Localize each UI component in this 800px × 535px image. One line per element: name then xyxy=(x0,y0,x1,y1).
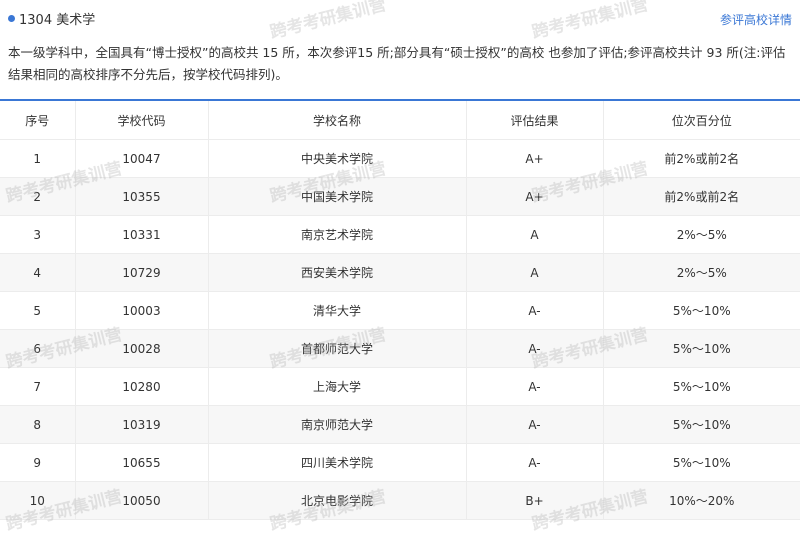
rank-cell: 5 xyxy=(0,291,76,330)
rank-cell: 4 xyxy=(0,253,76,292)
grade-cell: A+ xyxy=(466,139,604,178)
school-name-cell: 首都师范大学 xyxy=(208,329,467,368)
percentile-cell: 2%～5% xyxy=(603,253,800,292)
rank-cell: 10 xyxy=(0,481,76,520)
grade-cell: A- xyxy=(466,443,604,482)
ranking-table-container: 序号 学校代码 学校名称 评估结果 位次百分位 1 10047 中央美术学院 A+ 前2… xyxy=(0,99,800,520)
school-code-cell: 10655 xyxy=(75,443,209,482)
table-row: 2 10355 中国美术学院 A+ 前2%或前2名 xyxy=(0,177,800,216)
school-name-cell: 北京电影学院 xyxy=(208,481,467,520)
table-row: 8 10319 南京师范大学 A- 5%～10% xyxy=(0,405,800,444)
school-name-cell: 四川美术学院 xyxy=(208,443,467,482)
grade-cell: A- xyxy=(466,405,604,444)
rank-cell: 8 xyxy=(0,405,76,444)
grade-cell: B+ xyxy=(466,481,604,520)
school-code-cell: 10280 xyxy=(75,367,209,406)
school-name-cell: 南京艺术学院 xyxy=(208,215,467,254)
column-header: 学校代码 xyxy=(75,101,209,140)
grade-cell: A- xyxy=(466,367,604,406)
grade-cell: A- xyxy=(466,291,604,330)
school-code-cell: 10729 xyxy=(75,253,209,292)
subject-title: 1304 美术学 xyxy=(19,13,96,28)
rank-cell: 2 xyxy=(0,177,76,216)
percentile-cell: 5%～10% xyxy=(603,367,800,406)
table-row: 5 10003 清华大学 A- 5%～10% xyxy=(0,291,800,330)
table-row: 9 10655 四川美术学院 A- 5%～10% xyxy=(0,443,800,482)
column-header: 学校名称 xyxy=(208,101,467,140)
bullet-dot-icon xyxy=(8,15,15,22)
school-code-cell: 10331 xyxy=(75,215,209,254)
description-text: 本一级学科中，全国具有“博士授权”的高校共 15 所，本次参评15 所;部分具有… xyxy=(8,45,786,82)
school-name-cell: 南京师范大学 xyxy=(208,405,467,444)
table-row: 10 10050 北京电影学院 B+ 10%～20% xyxy=(0,481,800,520)
table-row: 3 10331 南京艺术学院 A 2%～5% xyxy=(0,215,800,254)
section-header: 1304 美术学 参评高校详情 xyxy=(0,0,800,36)
percentile-cell: 前2%或前2名 xyxy=(603,177,800,216)
grade-cell: A xyxy=(466,253,604,292)
school-name-cell: 中国美术学院 xyxy=(208,177,467,216)
rank-cell: 9 xyxy=(0,443,76,482)
percentile-cell: 5%～10% xyxy=(603,405,800,444)
percentile-cell: 10%～20% xyxy=(603,481,800,520)
ranking-table: 序号 学校代码 学校名称 评估结果 位次百分位 1 10047 中央美术学院 A+ 前2… xyxy=(0,101,800,520)
percentile-cell: 前2%或前2名 xyxy=(603,139,800,178)
grade-cell: A- xyxy=(466,329,604,368)
grade-cell: A+ xyxy=(466,177,604,216)
table-row: 1 10047 中央美术学院 A+ 前2%或前2名 xyxy=(0,139,800,178)
rank-cell: 1 xyxy=(0,139,76,178)
column-header: 位次百分位 xyxy=(603,101,800,140)
rank-cell: 3 xyxy=(0,215,76,254)
table-header-row: 序号 学校代码 学校名称 评估结果 位次百分位 xyxy=(0,101,800,140)
table-row: 4 10729 西安美术学院 A 2%～5% xyxy=(0,253,800,292)
detail-link[interactable]: 参评高校详情 xyxy=(720,11,792,28)
school-name-cell: 清华大学 xyxy=(208,291,467,330)
school-code-cell: 10047 xyxy=(75,139,209,178)
percentile-cell: 5%～10% xyxy=(603,443,800,482)
grade-cell: A xyxy=(466,215,604,254)
school-code-cell: 10028 xyxy=(75,329,209,368)
school-code-cell: 10319 xyxy=(75,405,209,444)
percentile-cell: 5%～10% xyxy=(603,329,800,368)
school-code-cell: 10355 xyxy=(75,177,209,216)
rank-cell: 6 xyxy=(0,329,76,368)
rank-cell: 7 xyxy=(0,367,76,406)
column-header: 评估结果 xyxy=(466,101,604,140)
table-row: 7 10280 上海大学 A- 5%～10% xyxy=(0,367,800,406)
table-body: 1 10047 中央美术学院 A+ 前2%或前2名 2 10355 中国美术学院 A+ 前2%或前… xyxy=(0,139,800,520)
school-code-cell: 10003 xyxy=(75,291,209,330)
school-name-cell: 西安美术学院 xyxy=(208,253,467,292)
school-name-cell: 中央美术学院 xyxy=(208,139,467,178)
percentile-cell: 2%～5% xyxy=(603,215,800,254)
school-code-cell: 10050 xyxy=(75,481,209,520)
school-name-cell: 上海大学 xyxy=(208,367,467,406)
percentile-cell: 5%～10% xyxy=(603,291,800,330)
column-header: 序号 xyxy=(0,101,76,140)
table-row: 6 10028 首都师范大学 A- 5%～10% xyxy=(0,329,800,368)
